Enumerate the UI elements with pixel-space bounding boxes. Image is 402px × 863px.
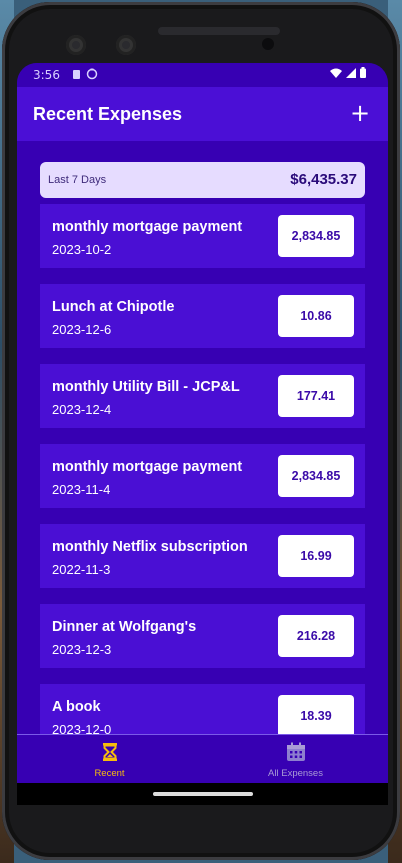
app-bar: Recent Expenses + [17, 87, 388, 141]
expense-amount: 18.39 [300, 709, 332, 723]
expense-date: 2023-12-4 [52, 402, 112, 417]
expense-amount: 16.99 [300, 549, 332, 563]
expense-date: 2022-11-3 [52, 562, 111, 577]
summary-period-label: Last 7 Days [48, 174, 107, 186]
notification-icons [72, 68, 98, 83]
expense-amount: 177.41 [296, 389, 336, 403]
expense-title: monthly mortgage payment [52, 219, 243, 235]
expense-amount: 10.86 [300, 309, 332, 323]
expense-title: A book [52, 699, 101, 715]
app-screen: 3:56 Recent Expenses + Last 7 Days $6,43… [17, 63, 388, 783]
expense-date: 2023-10-2 [52, 242, 112, 257]
expense-amount-box: 2,834.85 [278, 455, 354, 497]
tab-all-expenses-label: All Expenses [268, 768, 323, 779]
expense-title: Dinner at Wolfgang's [52, 619, 197, 635]
expense-item[interactable]: monthly mortgage payment 2023-10-2 2,834… [40, 204, 365, 268]
phone-top-bezel [2, 2, 400, 72]
expense-date: 2023-12-6 [52, 322, 112, 337]
expense-amount: 216.28 [296, 629, 336, 643]
expense-title: monthly Utility Bill - JCP&L [52, 379, 240, 395]
page-title: Recent Expenses [33, 104, 183, 124]
expense-list-container[interactable]: Last 7 Days $6,435.37 monthly mortgage p… [17, 141, 388, 734]
expense-item[interactable]: A book 2023-12-0 18.39 [40, 684, 365, 734]
expense-title: monthly Netflix subscription [52, 539, 248, 555]
expense-amount-box: 177.41 [278, 375, 354, 417]
status-bar: 3:56 [17, 63, 388, 87]
expense-amount-box: 18.39 [278, 695, 354, 734]
expense-amount: 2,834.85 [291, 469, 341, 483]
expense-amount: 2,834.85 [291, 229, 341, 243]
tab-recent[interactable]: Recent [17, 735, 202, 783]
expense-item[interactable]: Lunch at Chipotle 2023-12-6 10.86 [40, 284, 365, 348]
tab-all-expenses[interactable]: All Expenses [203, 735, 388, 783]
expense-item[interactable]: monthly Netflix subscription 2022-11-3 1… [40, 524, 365, 588]
expense-amount-box: 2,834.85 [278, 215, 354, 257]
system-navigation-bar [17, 783, 388, 805]
expense-amount-box: 10.86 [278, 295, 354, 337]
calendar-icon [287, 742, 305, 761]
home-gesture-handle[interactable] [153, 792, 253, 796]
front-camera-icon [66, 35, 86, 55]
expense-title: monthly mortgage payment [52, 459, 243, 475]
wifi-icon [330, 68, 342, 78]
proximity-sensor [262, 38, 274, 50]
expense-date: 2023-12-3 [52, 642, 112, 657]
sim-icon [73, 68, 98, 80]
expense-title: Lunch at Chipotle [52, 299, 175, 315]
status-time: 3:56 [33, 68, 60, 82]
expenses-summary: Last 7 Days $6,435.37 [40, 162, 365, 198]
status-icons [330, 67, 366, 78]
tab-recent-label: Recent [94, 768, 125, 779]
expense-item[interactable]: monthly Utility Bill - JCP&L 2023-12-4 1… [40, 364, 365, 428]
hourglass-icon [103, 743, 117, 761]
expense-amount-box: 16.99 [278, 535, 354, 577]
summary-total-amount: $6,435.37 [290, 171, 357, 188]
signal-icon [346, 67, 356, 78]
front-camera-icon [116, 35, 136, 55]
expense-amount-box: 216.28 [278, 615, 354, 657]
expense-item[interactable]: Dinner at Wolfgang's 2023-12-3 216.28 [40, 604, 365, 668]
expense-date: 2023-11-4 [52, 482, 111, 497]
expense-date: 2023-12-0 [52, 722, 112, 734]
battery-icon [360, 67, 366, 78]
expense-item[interactable]: monthly mortgage payment 2023-11-4 2,834… [40, 444, 365, 508]
bottom-navigation: Recent All Expenses [17, 734, 388, 783]
earpiece-speaker [158, 27, 280, 35]
add-expense-button[interactable]: + [348, 101, 372, 125]
